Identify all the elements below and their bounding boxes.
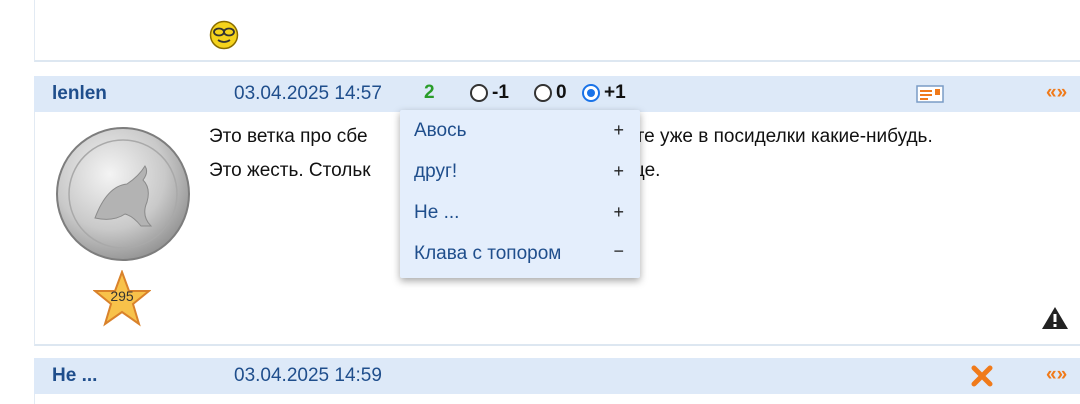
- voter-sign: +: [613, 161, 624, 181]
- post-nav-arrows-2[interactable]: «»: [1046, 364, 1067, 386]
- message-icon[interactable]: [916, 85, 944, 103]
- warning-icon[interactable]: [1041, 306, 1069, 330]
- post-score[interactable]: 2: [424, 82, 435, 104]
- voters-dropdown: Авось + друг! + Не ... + Клава с топором…: [400, 110, 640, 278]
- previous-post-body: [34, 0, 1080, 62]
- post-text-line-2-start: Это жесть. Стольк: [209, 160, 371, 181]
- voter-sign: +: [613, 202, 624, 222]
- post-date-2[interactable]: 03.04.2025 14:59: [234, 365, 382, 387]
- post-header-2: Не ... 03.04.2025 14:59 «»: [34, 358, 1080, 394]
- cool-smiley-icon: [209, 20, 239, 50]
- post-author-2[interactable]: Не ...: [52, 365, 97, 387]
- vote-minus-one-label: -1: [492, 82, 509, 103]
- voter-name[interactable]: Клава с топором: [414, 243, 561, 265]
- post-body-2: [34, 394, 1080, 404]
- voter-sign: −: [613, 241, 624, 261]
- vote-zero[interactable]: 0: [534, 82, 567, 104]
- post-nav-arrows[interactable]: «»: [1046, 82, 1067, 104]
- voter-name[interactable]: Не ...: [414, 202, 459, 224]
- vote-plus-one-radio[interactable]: [582, 84, 600, 102]
- vote-plus-one-label: +1: [604, 82, 626, 103]
- vote-minus-one[interactable]: -1: [470, 82, 509, 104]
- rating-number: 295: [110, 288, 134, 304]
- vote-zero-label: 0: [556, 82, 567, 103]
- voter-name[interactable]: друг!: [414, 161, 457, 183]
- vote-zero-radio[interactable]: [534, 84, 552, 102]
- close-x-icon[interactable]: [970, 364, 994, 388]
- post-author[interactable]: lenlen: [52, 83, 107, 105]
- silver-kangaroo-coin-avatar: [56, 127, 190, 261]
- vote-minus-one-radio[interactable]: [470, 84, 488, 102]
- voter-sign: +: [613, 120, 624, 140]
- vote-plus-one[interactable]: +1: [582, 82, 626, 104]
- post-text-line-1-start: Это ветка про сбе: [209, 126, 368, 147]
- post-header: lenlen 03.04.2025 14:57 2 -1 0 +1 «»: [34, 76, 1080, 112]
- post-text-line-1-end: уйте уже в посиделки какие-нибудь.: [615, 126, 933, 147]
- post-date[interactable]: 03.04.2025 14:57: [234, 83, 382, 105]
- voter-name[interactable]: Авось: [414, 120, 467, 142]
